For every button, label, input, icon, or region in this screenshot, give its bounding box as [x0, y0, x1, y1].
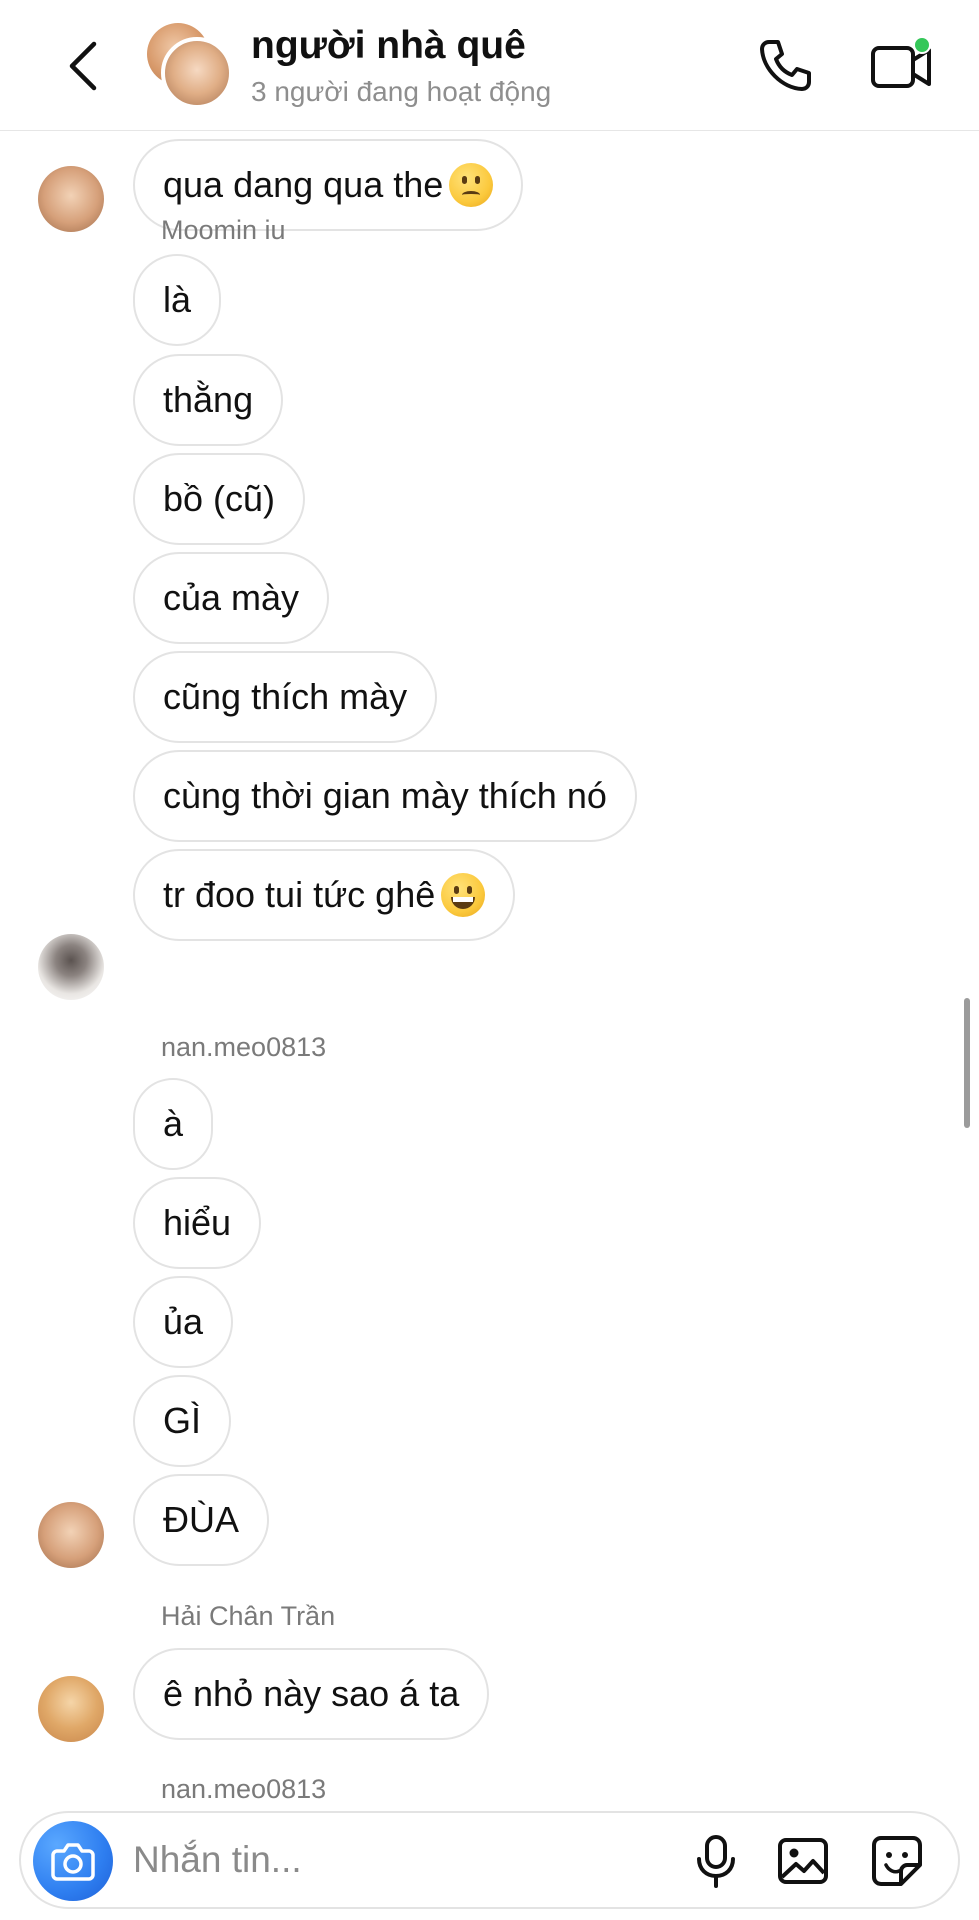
- group-avatar-front: [161, 37, 233, 109]
- message-text: cùng thời gian mày thích nó: [163, 775, 607, 816]
- sender-avatar[interactable]: [38, 1502, 104, 1568]
- message-bubble[interactable]: tr đoo tui tức ghê: [133, 849, 516, 941]
- active-status: 3 người đang hoạt động: [251, 76, 552, 107]
- back-button[interactable]: [60, 36, 110, 96]
- message-text: à: [163, 1103, 184, 1144]
- sender-name: Hải Chân Trần: [161, 1601, 336, 1631]
- sender-name: nan.meo0813: [161, 1032, 327, 1062]
- message-text: của mày: [163, 577, 300, 618]
- message-bubble[interactable]: ê nhỏ này sao á ta: [133, 1648, 490, 1740]
- message-bubble[interactable]: thằng: [133, 354, 284, 446]
- message-text: bồ (cũ): [163, 478, 276, 519]
- message-text: ĐÙA: [163, 1499, 240, 1540]
- camera-button[interactable]: [33, 1821, 113, 1901]
- message-text: GÌ: [163, 1400, 202, 1441]
- sender-name: Moomin iu: [161, 215, 286, 245]
- message-bubble[interactable]: cùng thời gian mày thích nó: [133, 750, 637, 842]
- message-bubble[interactable]: cũng thích mày: [133, 651, 438, 743]
- sender-name: nan.meo0813: [161, 1774, 327, 1804]
- disappointed-face-icon: [449, 163, 494, 207]
- message-text: tr đoo tui tức ghê: [163, 874, 436, 915]
- grinning-face-icon: [441, 873, 486, 917]
- message-composer: [19, 1811, 960, 1909]
- scrollbar[interactable]: [964, 998, 970, 1128]
- message-bubble[interactable]: của mày: [133, 552, 330, 644]
- sticker-icon: [872, 1836, 922, 1886]
- chat-header: người nhà quê 3 người đang hoạt động: [0, 0, 979, 131]
- message-list[interactable]: qua dang qua the Moomin iu là thằng bồ (…: [0, 131, 979, 1811]
- message-text: ủa: [163, 1301, 204, 1342]
- sender-avatar[interactable]: [38, 934, 104, 1000]
- message-text: ê nhỏ này sao á ta: [163, 1673, 460, 1714]
- online-indicator: [913, 36, 931, 54]
- message-text: cũng thích mày: [163, 676, 408, 717]
- voice-call-button[interactable]: [755, 36, 815, 96]
- message-text: qua dang qua the: [163, 164, 444, 205]
- message-bubble[interactable]: à: [133, 1078, 214, 1170]
- message-bubble[interactable]: hiểu: [133, 1177, 262, 1269]
- message-input[interactable]: [133, 1837, 533, 1883]
- message-text: là: [163, 279, 192, 320]
- camera-icon: [51, 1843, 95, 1881]
- sender-avatar[interactable]: [38, 166, 104, 232]
- group-avatar[interactable]: [147, 23, 233, 109]
- phone-icon: [760, 40, 811, 91]
- chat-title[interactable]: người nhà quê: [251, 24, 526, 68]
- back-arrow-icon: [69, 41, 97, 91]
- message-text: hiểu: [163, 1202, 232, 1243]
- message-text: thằng: [163, 379, 254, 420]
- message-bubble[interactable]: là: [133, 254, 222, 346]
- gallery-button[interactable]: [773, 1831, 833, 1891]
- message-bubble[interactable]: bồ (cũ): [133, 453, 306, 545]
- message-bubble[interactable]: ủa: [133, 1276, 234, 1368]
- message-bubble[interactable]: GÌ: [133, 1375, 232, 1467]
- gallery-icon: [778, 1838, 828, 1884]
- sticker-button[interactable]: [867, 1831, 927, 1891]
- voice-message-button[interactable]: [686, 1831, 746, 1891]
- message-bubble[interactable]: ĐÙA: [133, 1474, 270, 1566]
- sender-avatar[interactable]: [38, 1676, 104, 1742]
- microphone-icon: [697, 1835, 735, 1888]
